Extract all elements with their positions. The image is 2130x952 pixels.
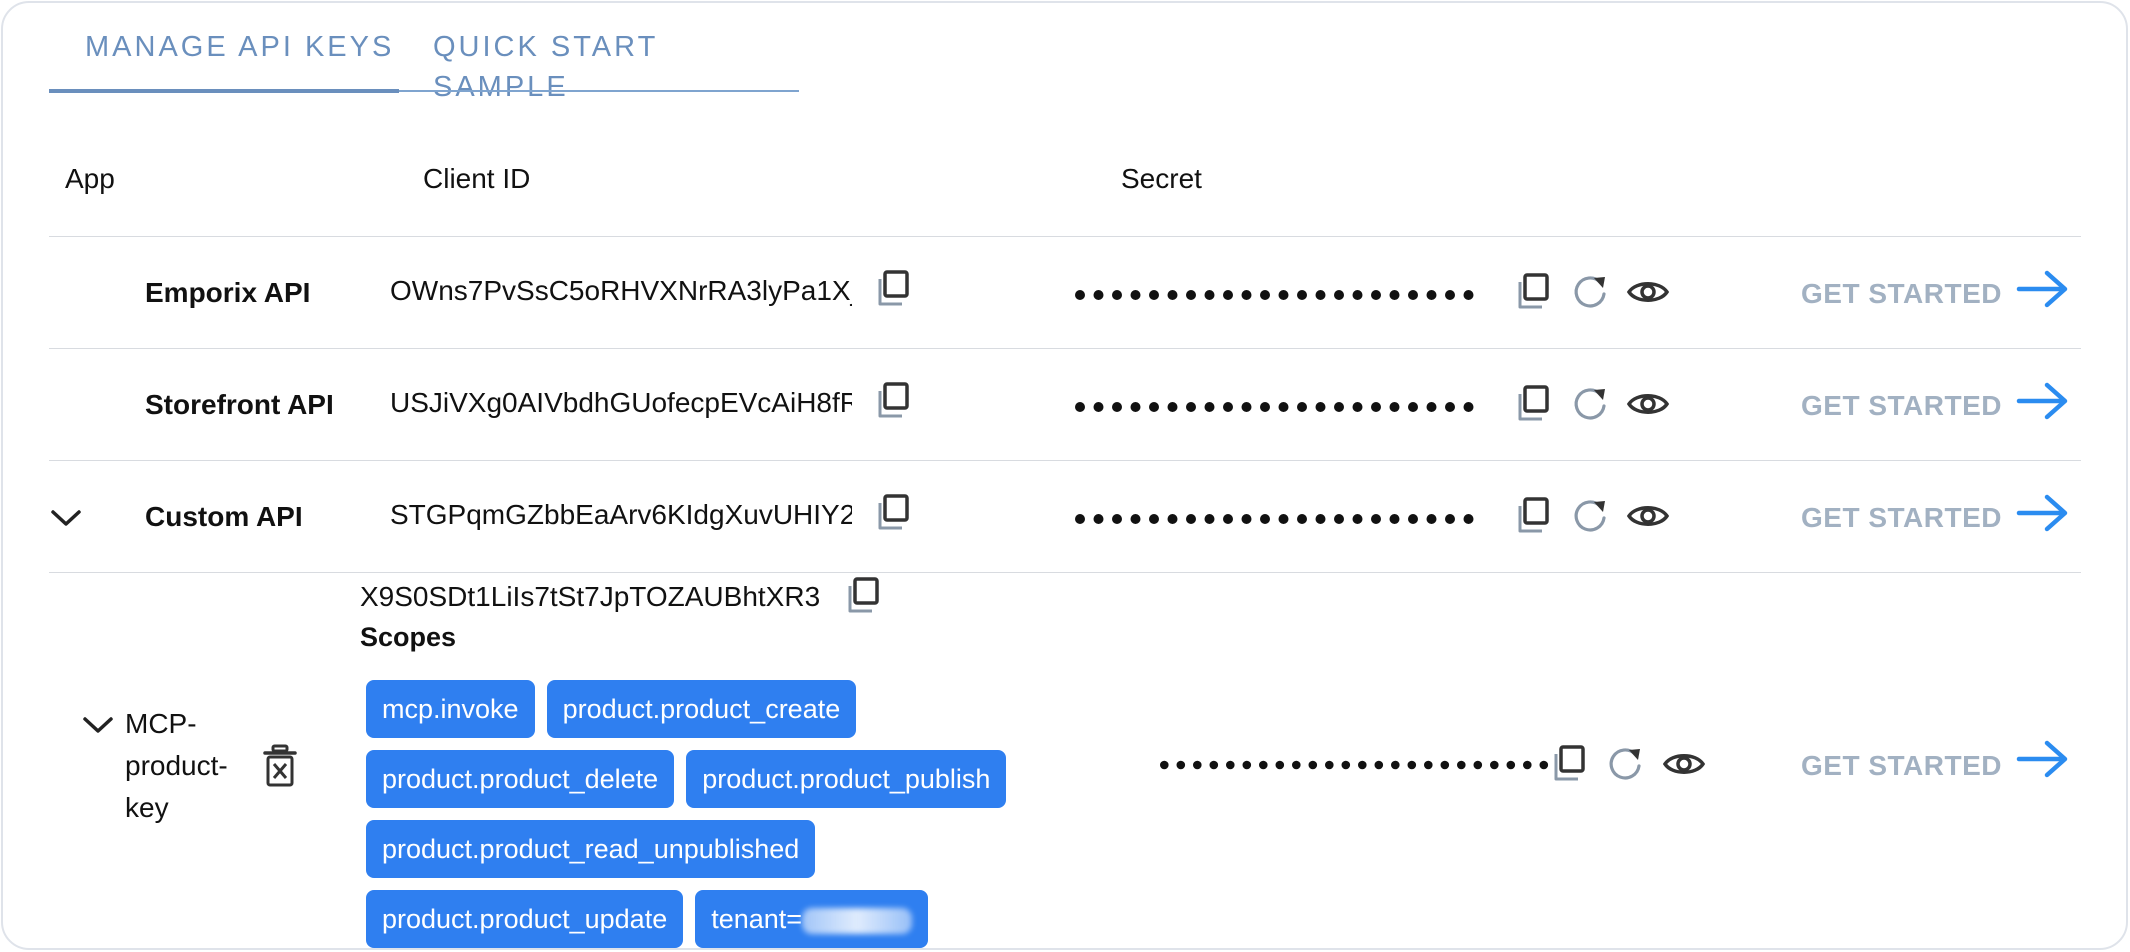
scope-chip[interactable]: mcp.invoke <box>366 680 535 738</box>
chevron-down-icon[interactable] <box>49 507 83 529</box>
api-keys-panel: MANAGE API KEYS QUICK START SAMPLE App C… <box>1 1 2128 950</box>
eye-icon[interactable] <box>1626 496 1670 536</box>
chevron-down-icon[interactable] <box>81 714 115 736</box>
scope-chip[interactable]: product.product_create <box>546 680 857 738</box>
scope-chip[interactable]: product.product_read_unpublished <box>366 820 816 878</box>
copy-client-id-icon[interactable] <box>842 576 882 616</box>
divider <box>49 460 2081 461</box>
custom-key-name-line: product- <box>125 750 228 781</box>
scope-chip[interactable]: product.product_delete <box>366 750 675 808</box>
copy-secret-icon[interactable] <box>1512 272 1552 312</box>
regenerate-icon[interactable] <box>1570 496 1610 536</box>
tab-manage-api-keys[interactable]: MANAGE API KEYS <box>85 27 394 67</box>
header-client-id: Client ID <box>423 163 531 194</box>
custom-key-name: MCP- product- key <box>125 703 245 829</box>
copy-secret-icon[interactable] <box>1548 744 1588 784</box>
custom-key-name-line: MCP- <box>125 708 197 739</box>
copy-secret-icon[interactable] <box>1512 496 1552 536</box>
divider <box>49 572 2081 573</box>
tab-bar: MANAGE API KEYS QUICK START SAMPLE <box>49 3 799 103</box>
scopes-title: Scopes <box>360 622 457 652</box>
row-app-name: Emporix API <box>145 277 311 308</box>
row-client-id: STGPqmGZbbEaArv6KIdgXuvUHIY2I <box>390 499 852 530</box>
row-client-id: OWns7PvSsC5oRHVXNrRA3lyPa1Xj <box>390 275 852 306</box>
scope-chips: mcp.invoke product.product_create produc… <box>366 680 1066 948</box>
regenerate-icon[interactable] <box>1570 384 1610 424</box>
divider <box>49 348 2081 349</box>
arrow-right-icon[interactable] <box>2015 491 2071 535</box>
get-started-link[interactable]: GET STARTED <box>1801 390 2002 422</box>
secret-masked-small <box>1160 759 1556 771</box>
arrow-right-icon[interactable] <box>2015 379 2071 423</box>
active-tab-indicator <box>49 89 399 93</box>
eye-icon[interactable] <box>1626 272 1670 312</box>
secret-masked <box>1075 289 1482 301</box>
scope-chip[interactable]: product.product_publish <box>686 750 1007 808</box>
get-started-link[interactable]: GET STARTED <box>1801 278 2002 310</box>
regenerate-icon[interactable] <box>1605 744 1645 784</box>
secret-masked <box>1075 513 1482 525</box>
scope-chip-tenant[interactable]: tenant= <box>695 890 929 948</box>
scope-chip-tenant-label: tenant= <box>711 904 803 934</box>
arrow-right-icon[interactable] <box>2015 737 2071 781</box>
copy-secret-icon[interactable] <box>1512 384 1552 424</box>
redacted-value <box>802 907 913 934</box>
get-started-link[interactable]: GET STARTED <box>1801 750 2002 782</box>
tab-quick-start-sample[interactable]: QUICK START SAMPLE <box>433 27 799 103</box>
copy-client-id-icon[interactable] <box>872 381 912 421</box>
copy-client-id-icon[interactable] <box>872 269 912 309</box>
get-started-link[interactable]: GET STARTED <box>1801 502 2002 534</box>
regenerate-icon[interactable] <box>1570 272 1610 312</box>
custom-key-name-line: key <box>125 792 169 823</box>
scope-chip[interactable]: product.product_update <box>366 890 684 948</box>
row-client-id: USJiVXg0AIVbdhGUofecpEVcAiH8fR <box>390 387 852 418</box>
eye-icon[interactable] <box>1662 744 1706 784</box>
secret-masked <box>1075 401 1482 413</box>
row-app-name: Storefront API <box>145 389 334 420</box>
custom-key-client-id: X9S0SDt1LiIs7tSt7JpTOZAUBhtXR3 <box>360 581 821 612</box>
delete-key-icon[interactable] <box>260 743 300 789</box>
arrow-right-icon[interactable] <box>2015 267 2071 311</box>
eye-icon[interactable] <box>1626 384 1670 424</box>
header-app: App <box>65 163 115 194</box>
header-secret: Secret <box>1121 163 1202 194</box>
divider <box>49 236 2081 237</box>
copy-client-id-icon[interactable] <box>872 493 912 533</box>
row-app-name: Custom API <box>145 501 303 532</box>
